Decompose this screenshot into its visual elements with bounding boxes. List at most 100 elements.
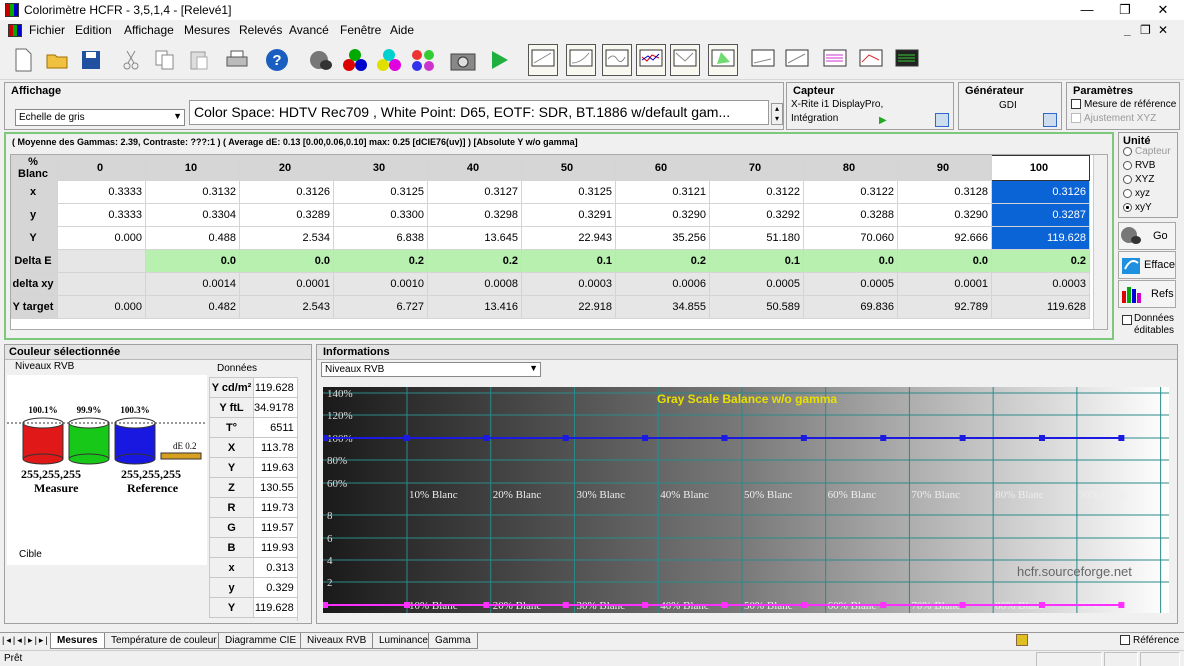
grid-cell[interactable]: 0.2	[991, 249, 1090, 273]
grid-cell[interactable]: 0.3125	[333, 180, 428, 204]
grid-cell[interactable]: 0.3122	[803, 180, 898, 204]
camera-icon[interactable]	[448, 44, 478, 76]
series-point[interactable]	[1118, 435, 1125, 441]
grid-cell[interactable]: 0.3333	[57, 203, 146, 227]
unit-radio-rvb[interactable]: RVB	[1123, 159, 1171, 173]
series-point[interactable]	[562, 435, 569, 441]
column-header[interactable]: 40	[427, 155, 522, 181]
tab-5[interactable]: Luminance	[372, 633, 435, 649]
paste-icon[interactable]	[184, 44, 214, 76]
go-button[interactable]: Go	[1118, 222, 1176, 250]
grid-cell[interactable]	[57, 272, 146, 296]
unit-radio-xyy[interactable]: xyY	[1123, 201, 1171, 215]
maximize-button[interactable]: ❐	[1106, 0, 1144, 20]
donnees-scrollbar[interactable]	[297, 377, 309, 621]
vertical-scrollbar[interactable]	[1093, 155, 1107, 329]
series-point[interactable]	[642, 435, 649, 441]
reference-measure-checkbox[interactable]: Mesure de référence	[1071, 99, 1176, 110]
grid-cell[interactable]: 50.589	[709, 295, 804, 319]
view-graph-11-icon[interactable]	[892, 44, 922, 76]
series-point[interactable]	[562, 602, 569, 608]
tab-4[interactable]: Niveaux RVB	[300, 633, 374, 649]
grid-cell[interactable]: 0.3127	[427, 180, 522, 204]
menu-releves[interactable]: Relevés	[239, 23, 282, 37]
open-folder-icon[interactable]	[42, 44, 72, 76]
column-header[interactable]: 50	[521, 155, 616, 181]
view-graph-5-icon[interactable]	[670, 44, 700, 76]
column-header[interactable]: 70	[709, 155, 804, 181]
column-header[interactable]: 30	[333, 155, 428, 181]
mdi-minimize-button[interactable]: _	[1124, 23, 1131, 37]
grid-cell[interactable]: 0.0	[803, 249, 898, 273]
grid-cell[interactable]: 2.534	[239, 226, 334, 250]
rgb-balls-icon[interactable]	[340, 44, 370, 76]
grid-cell[interactable]: 13.416	[427, 295, 522, 319]
view-graph-9-icon[interactable]	[820, 44, 850, 76]
grid-cell[interactable]: 0.0003	[991, 272, 1090, 296]
grid-cell[interactable]: 13.645	[427, 226, 522, 250]
grid-cell[interactable]: 0.3298	[427, 203, 522, 227]
donnees-editables-checkbox[interactable]: Données éditables	[1120, 313, 1178, 337]
grid-cell[interactable]: 0.3122	[709, 180, 804, 204]
grid-cell[interactable]: 0.3132	[145, 180, 240, 204]
series-point[interactable]	[1039, 602, 1045, 608]
unit-radio-capteur[interactable]: Capteur	[1123, 145, 1171, 159]
series-point[interactable]	[880, 602, 887, 608]
grid-cell[interactable]: 0.3128	[897, 180, 992, 204]
grid-cell[interactable]: 6.727	[333, 295, 428, 319]
play-small-icon[interactable]: ▶	[879, 115, 887, 126]
menu-fenetre[interactable]: Fenêtre	[340, 23, 381, 37]
view-graph-10-icon[interactable]	[856, 44, 886, 76]
series-point[interactable]	[800, 435, 807, 441]
view-graph-2-icon[interactable]	[566, 44, 596, 76]
grid-cell[interactable]: 0.3125	[521, 180, 616, 204]
secondary-colors-icon[interactable]	[374, 44, 404, 76]
grid-cell[interactable]: 0.3126	[991, 180, 1090, 204]
grid-cell[interactable]: 0.2	[333, 249, 428, 273]
tab-2[interactable]: Température de couleur	[104, 633, 224, 649]
grid-cell[interactable]: 92.789	[897, 295, 992, 319]
menu-fichier[interactable]: Fichier	[29, 23, 65, 37]
unit-radio-xyz[interactable]: xyz	[1123, 187, 1171, 201]
grid-cell[interactable]: 0.0003	[521, 272, 616, 296]
grid-cell[interactable]: 0.2	[427, 249, 522, 273]
column-header[interactable]: 80	[803, 155, 898, 181]
copy-icon[interactable]	[150, 44, 180, 76]
menu-aide[interactable]: Aide	[390, 23, 414, 37]
series-point[interactable]	[959, 602, 966, 608]
reference-tab-checkbox[interactable]: Référence	[1120, 635, 1179, 646]
menu-mesures[interactable]: Mesures	[184, 23, 230, 37]
help-icon[interactable]: ?	[262, 44, 292, 76]
print-icon[interactable]	[222, 44, 252, 76]
refs-button[interactable]: Refs	[1118, 280, 1176, 308]
menu-affichage[interactable]: Affichage	[124, 23, 174, 37]
column-header[interactable]: 90	[897, 155, 992, 181]
grid-cell[interactable]: 0.0008	[427, 272, 522, 296]
column-header[interactable]: 10	[145, 155, 240, 181]
series-point[interactable]	[642, 602, 649, 608]
grid-cell[interactable]: 0.3292	[709, 203, 804, 227]
grid-cell[interactable]: 0.3290	[615, 203, 710, 227]
series-point[interactable]	[721, 602, 728, 608]
grid-cell[interactable]: 0.3291	[521, 203, 616, 227]
saturation-icon[interactable]	[408, 44, 438, 76]
grid-cell[interactable]: 0.3290	[897, 203, 992, 227]
tab-3[interactable]: Diagramme CIE	[218, 633, 304, 649]
grid-cell[interactable]: 0.0	[897, 249, 992, 273]
menu-edition[interactable]: Edition	[75, 23, 112, 37]
mdi-restore-button[interactable]: ❐	[1140, 23, 1151, 37]
view-rgb-levels-icon[interactable]	[636, 44, 666, 76]
sensor-measure-icon[interactable]	[306, 44, 336, 76]
display-mode-select[interactable]: Echelle de gris ▼	[15, 109, 185, 126]
grid-cell[interactable]: 2.543	[239, 295, 334, 319]
series-point[interactable]	[880, 435, 887, 441]
series-point[interactable]	[323, 602, 328, 608]
series-point[interactable]	[1118, 602, 1125, 608]
generator-config-icon[interactable]	[1043, 113, 1057, 127]
grid-cell[interactable]: 22.918	[521, 295, 616, 319]
grid-cell[interactable]: 0.482	[145, 295, 240, 319]
view-graph-3-icon[interactable]	[602, 44, 632, 76]
column-header[interactable]: 20	[239, 155, 334, 181]
grid-cell[interactable]: 0.0	[239, 249, 334, 273]
new-file-icon[interactable]	[8, 44, 38, 76]
